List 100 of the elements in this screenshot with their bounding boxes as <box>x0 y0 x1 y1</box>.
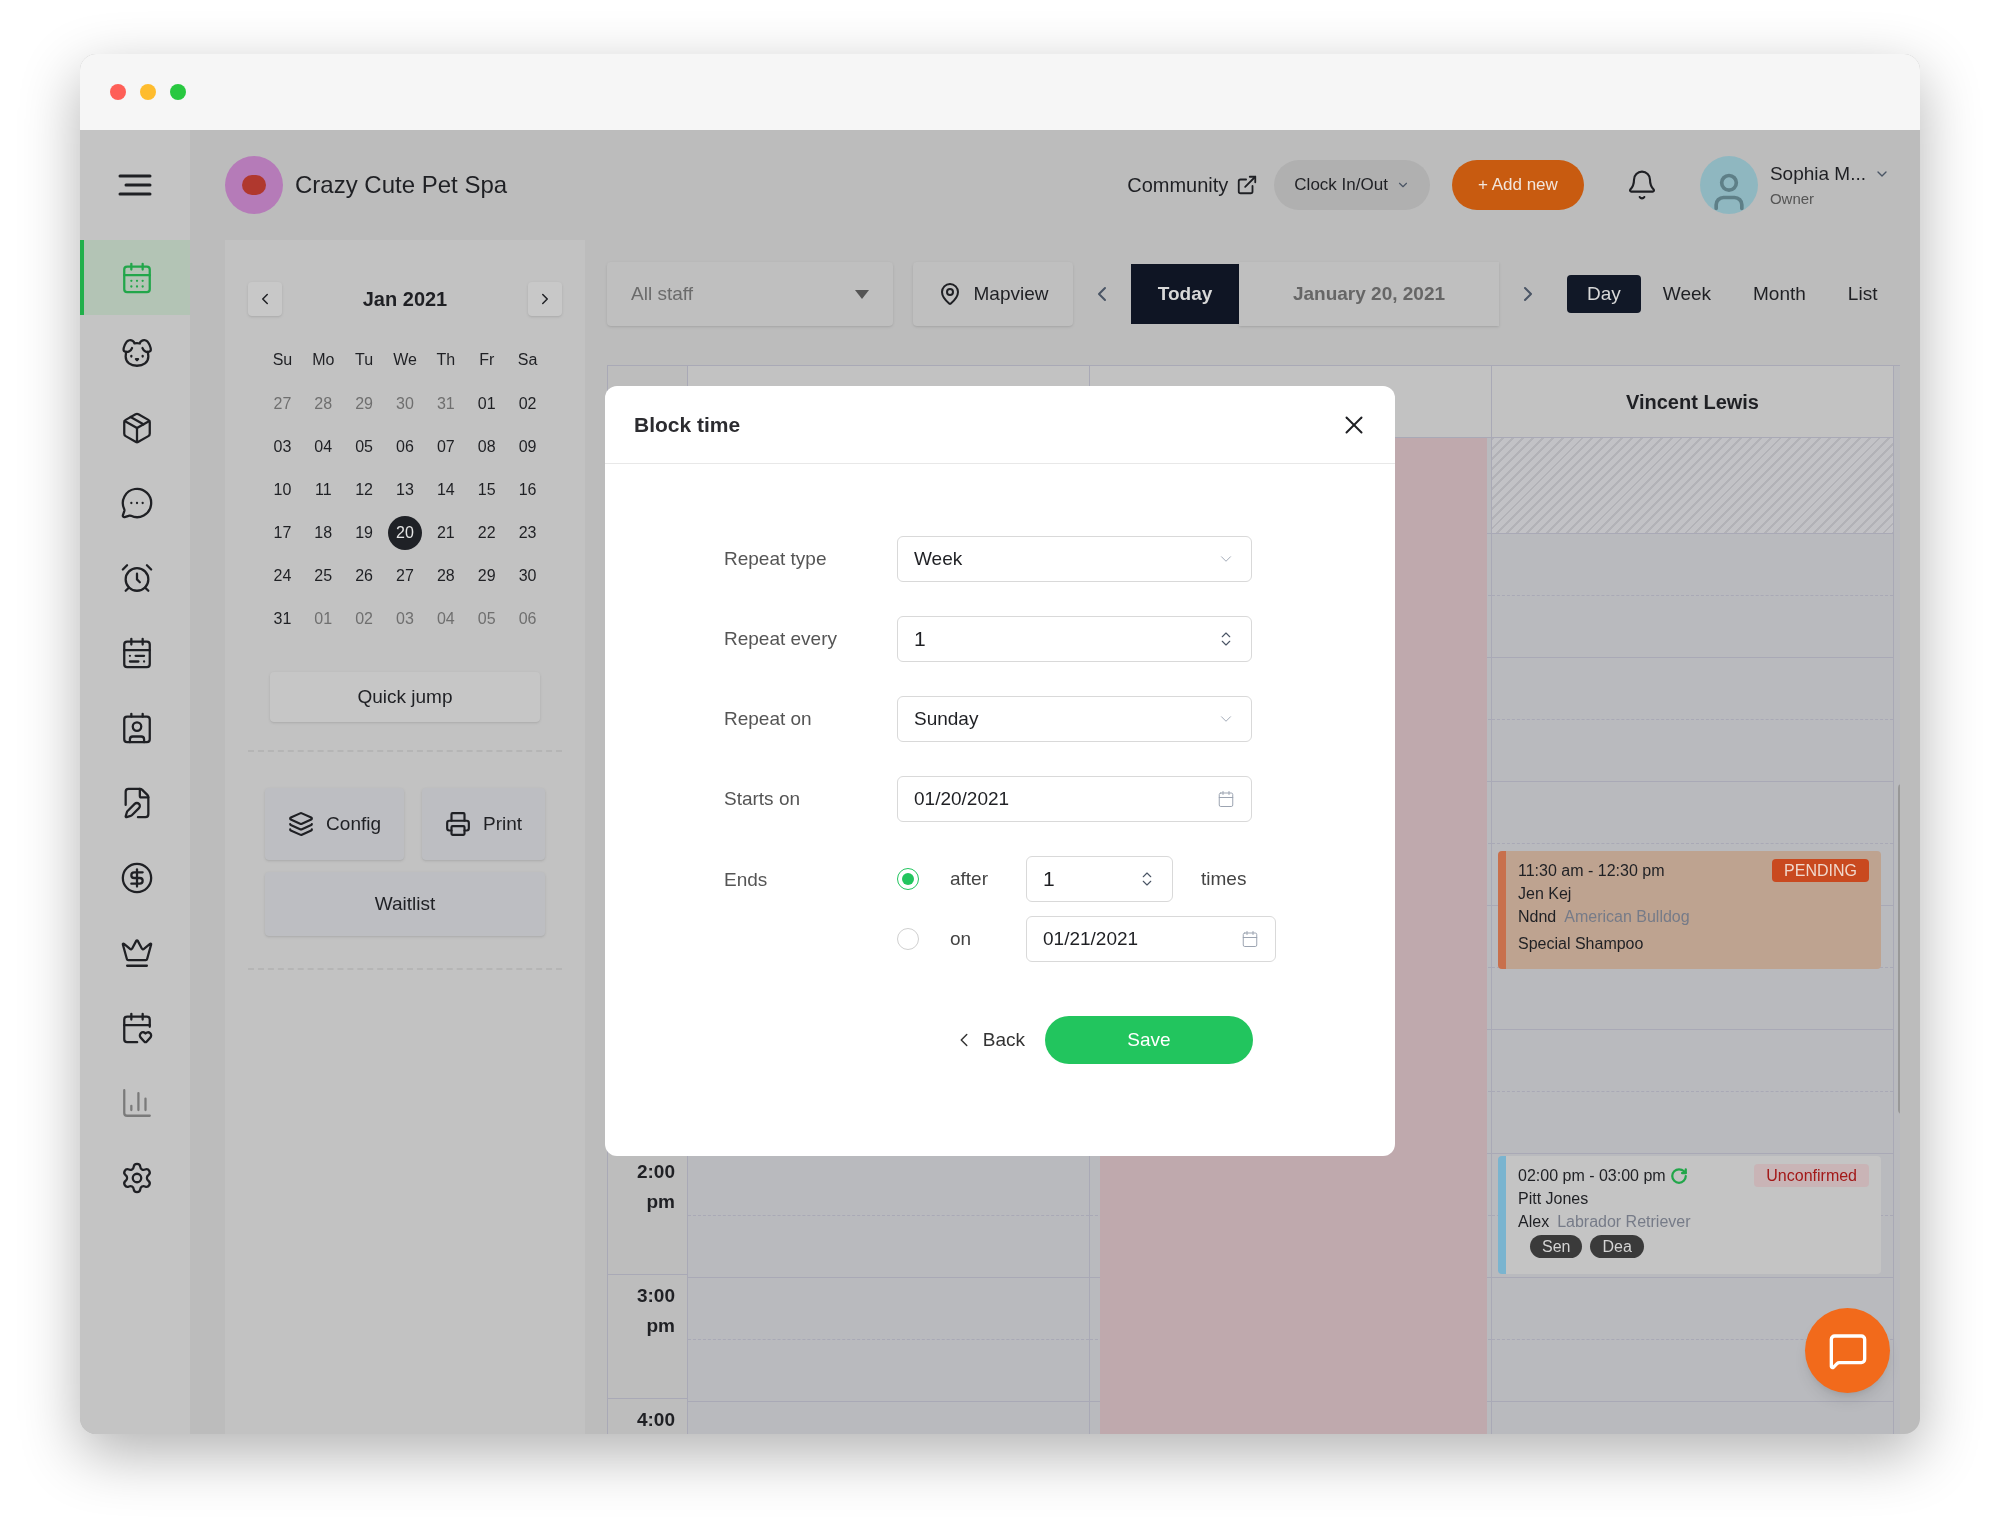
calendar-day[interactable]: 31 <box>265 601 300 636</box>
select-field[interactable]: Week <box>897 536 1252 582</box>
calendar-day[interactable]: 29 <box>469 558 504 593</box>
select-field[interactable]: Sunday <box>897 696 1252 742</box>
calendar-day[interactable]: 18 <box>306 515 341 550</box>
calendar-day[interactable]: 02 <box>510 386 545 421</box>
calendar-day[interactable]: 23 <box>510 515 545 550</box>
number-field[interactable]: 1 <box>897 616 1252 662</box>
staff-name: Vincent Lewis <box>1626 389 1759 415</box>
external-link-icon <box>1236 174 1259 196</box>
chat-icon <box>120 485 154 520</box>
weekday-label: Tu <box>354 350 375 370</box>
field-label: Repeat on <box>724 706 813 731</box>
print-button[interactable]: Print <box>422 788 545 860</box>
pet-tag: Dea <box>1590 1235 1644 1258</box>
settings-icon <box>120 1160 154 1195</box>
field-label: Repeat every <box>724 626 838 651</box>
calendar-day[interactable]: 14 <box>428 472 463 507</box>
printer-icon <box>445 811 472 837</box>
package-icon <box>120 410 154 445</box>
weekday-label: Th <box>435 350 457 370</box>
view-tab[interactable]: Week <box>1642 275 1732 313</box>
times-label: times <box>1201 866 1247 891</box>
calendar-day[interactable]: 07 <box>428 429 463 464</box>
config-button[interactable]: Config <box>265 788 405 860</box>
contact-card-icon <box>120 710 154 745</box>
radio-label: after <box>950 866 990 891</box>
date-field[interactable]: 01/21/2021 <box>1026 916 1276 962</box>
calendar-day[interactable]: 13 <box>388 472 422 507</box>
pet-breed: American Bulldog <box>1564 907 1690 927</box>
calendar-day[interactable]: 26 <box>347 558 382 593</box>
appointment-card[interactable]: 11:30 am - 12:30 pm PENDING Jen Kej Ndnd American Bulldog Special Shampoo <box>1498 851 1881 969</box>
mapview-button[interactable]: Mapview <box>913 262 1073 326</box>
weekday-label: Sa <box>516 350 539 370</box>
today-button[interactable]: Today <box>1131 264 1239 324</box>
time-period-label: pm <box>646 1193 675 1211</box>
radio-label: on <box>950 926 973 951</box>
calendar-day[interactable]: 04 <box>306 429 341 464</box>
calendar-day[interactable]: 01 <box>469 386 504 421</box>
calendar-day[interactable]: 20 <box>388 515 422 550</box>
appointment-card[interactable]: 02:00 pm - 03:00 pm Unconfirmed Pitt Jones Alex Labrador Retriever Sen Dea <box>1498 1156 1881 1274</box>
field-label: Ends <box>724 868 769 892</box>
service-name: Special Shampoo <box>1518 934 1645 954</box>
calendar-day[interactable]: 11 <box>306 472 341 507</box>
calendar-heart-icon <box>120 1010 154 1045</box>
user-role: Owner <box>1769 189 1816 209</box>
calendar-day[interactable]: 12 <box>347 472 382 507</box>
appointment-time: 11:30 am - 12:30 pm <box>1518 861 1665 881</box>
pet-name: Alex <box>1518 1212 1550 1232</box>
client-name: Jen Kej <box>1518 884 1573 904</box>
month-title: Jan 2021 <box>362 287 448 312</box>
calendar-day[interactable]: 21 <box>428 515 463 550</box>
calendar-day[interactable]: 17 <box>265 515 300 550</box>
field-label: Repeat type <box>724 546 828 571</box>
menu-icon[interactable] <box>118 174 152 196</box>
view-tab[interactable]: Day <box>1567 275 1641 313</box>
dialog-title: Block time <box>634 411 741 438</box>
pet-breed: Labrador Retriever <box>1557 1212 1691 1232</box>
calendar-day[interactable]: 05 <box>347 429 382 464</box>
weekday-label: We <box>392 350 418 370</box>
calendar-day[interactable]: 25 <box>306 558 341 593</box>
calendar-day[interactable]: 15 <box>469 472 504 507</box>
calendar-icon <box>120 260 154 295</box>
calendar-day[interactable]: 10 <box>265 472 300 507</box>
calendar-day[interactable]: 24 <box>265 558 300 593</box>
weekday-label: Mo <box>311 350 336 370</box>
calendar-day[interactable]: 22 <box>469 515 504 550</box>
back-button[interactable]: Back <box>952 1025 1025 1055</box>
close-window-icon[interactable] <box>110 84 126 100</box>
calendar-day[interactable]: 19 <box>347 515 382 550</box>
calendar-icon <box>120 635 154 670</box>
calendar-day[interactable]: 09 <box>510 429 545 464</box>
calendar-day[interactable]: 30 <box>510 558 545 593</box>
appointment-time: 02:00 pm - 03:00 pm <box>1518 1166 1666 1186</box>
client-name: Pitt Jones <box>1518 1189 1590 1209</box>
quick-jump-button[interactable]: Quick jump <box>270 672 540 722</box>
weekday-label: Fr <box>478 350 496 370</box>
pet-tag: Sen <box>1530 1235 1583 1258</box>
calendar-day[interactable]: 28 <box>428 558 463 593</box>
time-label: 4:00 <box>636 1411 675 1429</box>
view-tab[interactable]: List <box>1827 275 1898 313</box>
waitlist-button[interactable]: Waitlist <box>265 872 545 936</box>
calendar-day[interactable]: 08 <box>469 429 504 464</box>
community-link[interactable]: Community <box>1127 170 1259 200</box>
calendar-day[interactable]: 06 <box>388 429 422 464</box>
current-date: January 20, 2021 <box>1239 262 1499 326</box>
calendar-day[interactable]: 16 <box>510 472 545 507</box>
field-label: Starts on <box>724 786 802 811</box>
view-tab[interactable]: Month <box>1733 275 1826 313</box>
calendar-day[interactable]: 03 <box>265 429 300 464</box>
date-field[interactable]: 01/20/2021 <box>897 776 1252 822</box>
time-label: 2:00 <box>636 1163 675 1181</box>
weekday-label: Su <box>271 350 294 370</box>
clock-in-out-button[interactable]: Clock In/Out <box>1274 160 1430 210</box>
calendar-day[interactable]: 27 <box>388 558 422 593</box>
pet-name: Ndnd <box>1518 907 1557 927</box>
status-badge: PENDING <box>1772 859 1869 882</box>
time-label: 3:00 <box>636 1287 675 1305</box>
dollar-icon <box>120 860 154 895</box>
number-field[interactable]: 1 <box>1026 856 1173 902</box>
